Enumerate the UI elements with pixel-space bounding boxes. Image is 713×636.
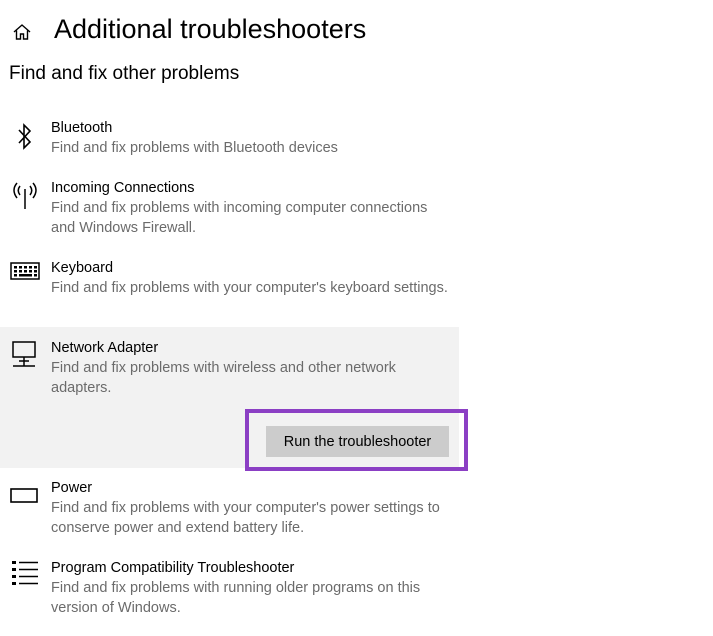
run-troubleshooter-button[interactable]: Run the troubleshooter xyxy=(266,426,449,457)
item-name: Power xyxy=(51,480,93,496)
bluetooth-icon xyxy=(18,123,32,150)
item-description: Find and fix problems with running older… xyxy=(51,580,421,616)
troubleshooter-item-program-compatibility[interactable]: Program Compatibility Troubleshooter Fin… xyxy=(0,558,459,622)
item-description: Find and fix problems with wireless and … xyxy=(51,360,396,396)
keyboard-icon xyxy=(10,262,40,280)
troubleshooter-item-keyboard[interactable]: Keyboard Find and fix problems with your… xyxy=(0,258,459,322)
item-description: Find and fix problems with your computer… xyxy=(51,280,448,296)
troubleshooter-item-incoming-connections[interactable]: Incoming Connections Find and fix proble… xyxy=(0,178,459,242)
network-adapter-icon xyxy=(12,341,36,367)
program-compatibility-icon xyxy=(12,561,38,585)
item-name: Network Adapter xyxy=(51,340,159,356)
item-name: Program Compatibility Troubleshooter xyxy=(51,560,295,576)
item-description: Find and fix problems with your computer… xyxy=(51,500,440,536)
home-button[interactable] xyxy=(8,18,36,46)
troubleshooter-item-bluetooth[interactable]: Bluetooth Find and fix problems with Blu… xyxy=(0,118,459,162)
item-name: Bluetooth xyxy=(51,120,113,136)
power-icon xyxy=(10,488,38,503)
item-description: Find and fix problems with Bluetooth dev… xyxy=(51,140,338,156)
page-title: Additional troubleshooters xyxy=(54,14,367,44)
page-header: Additional troubleshooters xyxy=(0,12,713,52)
troubleshooter-item-power[interactable]: Power Find and fix problems with your co… xyxy=(0,478,459,542)
item-description: Find and fix problems with incoming comp… xyxy=(51,200,428,236)
item-name: Keyboard xyxy=(51,260,114,276)
section-title: Find and fix other problems xyxy=(9,63,240,84)
item-name: Incoming Connections xyxy=(51,180,195,196)
home-icon xyxy=(13,24,31,40)
incoming-connections-icon xyxy=(13,182,37,209)
